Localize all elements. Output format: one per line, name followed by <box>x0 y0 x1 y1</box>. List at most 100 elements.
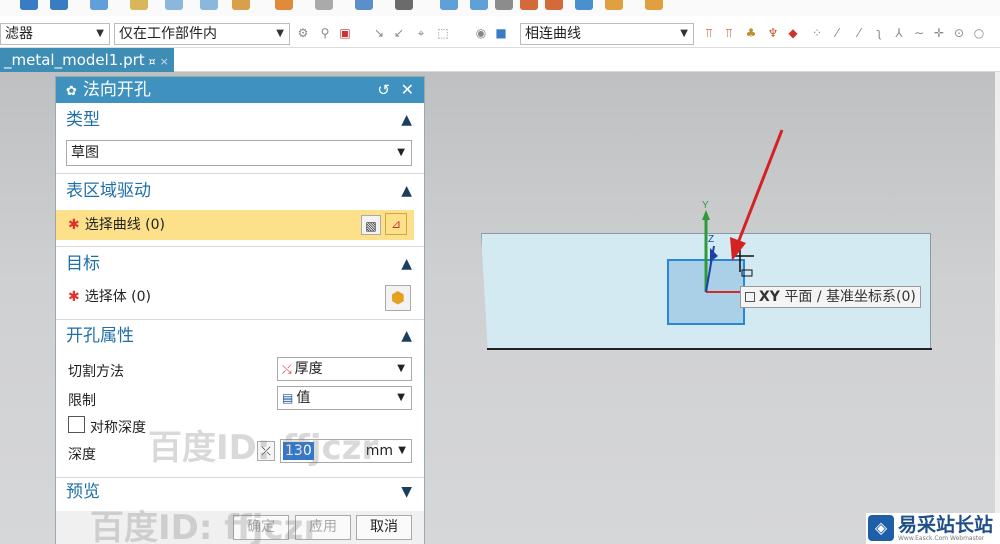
intersection-curve-icon[interactable]: ⫪ <box>702 26 716 40</box>
toolbar-icon[interactable] <box>470 0 488 10</box>
type-filter-combo[interactable]: 滤器 ▼ <box>0 23 110 45</box>
pin-icon[interactable]: ¤ <box>149 55 156 68</box>
toolbar-icon[interactable] <box>90 0 108 10</box>
stop-at-intersection-icon[interactable]: ◆ <box>786 26 800 40</box>
divider <box>56 173 424 174</box>
sketch-section-icon[interactable]: ▧ <box>361 215 381 235</box>
expression-icon[interactable]: ⤫ <box>257 441 275 461</box>
snap-grid-icon[interactable]: ⁘ <box>810 26 824 40</box>
annotation-arrow <box>730 129 784 261</box>
vertical-scrollbar[interactable] <box>995 72 1000 544</box>
chevron-up-icon[interactable]: ▲ <box>401 176 412 206</box>
tooltip-object-name: XY <box>759 289 780 305</box>
thickness-icon: ⤯ <box>282 362 292 376</box>
chevron-up-icon[interactable]: ▲ <box>401 105 412 135</box>
toolbar-icon[interactable] <box>520 0 538 10</box>
section-props-header[interactable]: 开孔属性 ▲ <box>56 321 424 351</box>
create-sketch-icon[interactable]: ⊿ <box>385 213 407 235</box>
toolbar-icon[interactable] <box>20 0 38 10</box>
reset-icon[interactable]: ↺ <box>377 77 390 103</box>
toolbar-icon[interactable] <box>395 0 413 10</box>
depth-input[interactable]: 130 mm ▼ <box>280 439 412 463</box>
file-tab-bar: _metal_model1.prt ¤ × <box>0 48 1000 72</box>
toolbar-icon[interactable] <box>232 0 250 10</box>
chevron-up-icon[interactable]: ▲ <box>401 249 412 279</box>
select-body-row[interactable]: ✱ 选择体 (0) <box>56 282 414 312</box>
snap-icon[interactable]: ⚲ <box>318 26 332 40</box>
follow-curve-icon[interactable]: ♆ <box>766 26 780 40</box>
spline-icon[interactable]: ⅄ <box>892 26 906 40</box>
line-end-icon[interactable]: ⁄ <box>852 26 866 40</box>
render-mode-icon[interactable]: ◉ <box>474 26 488 40</box>
line-icon[interactable]: ⁄ <box>830 26 844 40</box>
curve-rule-combo[interactable]: 相连曲线 ▼ <box>520 23 694 45</box>
top-toolbar-strip <box>0 0 1000 16</box>
ok-button[interactable]: 确定 <box>233 515 289 540</box>
close-icon[interactable]: × <box>160 55 169 68</box>
select-window-icon[interactable]: ▣ <box>338 26 352 40</box>
section-preview-header[interactable]: 预览 ▼ <box>56 477 424 507</box>
selection-bar: 滤器 ▼ 仅在工作部件内 ▼ ⚙ ⚲ ▣ ↘ ↙ ⌖ ⬚ ◉ ■ 相连曲线 ▼ … <box>0 20 1000 48</box>
toolbar-icon[interactable] <box>605 0 623 10</box>
toolbar-icon[interactable] <box>315 0 333 10</box>
solid-body-icon[interactable]: ⬢ <box>385 285 411 311</box>
chevron-down-icon[interactable]: ▼ <box>401 477 412 507</box>
chevron-down-icon: ▼ <box>397 392 405 403</box>
toolbar-icon[interactable] <box>50 0 68 10</box>
toolbar-icon[interactable] <box>440 0 458 10</box>
close-icon[interactable]: ✕ <box>401 77 414 103</box>
center-point-icon[interactable]: ⊙ <box>952 26 966 40</box>
depth-unit: mm <box>365 443 393 459</box>
type-value: 草图 <box>71 145 99 161</box>
section-props-title: 开孔属性 <box>66 326 134 346</box>
feature-curve-icon[interactable]: ♣ <box>744 26 758 40</box>
select-body-label: 选择体 (0) <box>84 289 152 305</box>
filter-icon[interactable]: ⚙ <box>296 26 310 40</box>
cut-method-combo[interactable]: ⤯ 厚度 ▼ <box>277 357 412 381</box>
section-region-header[interactable]: 表区域驱动 ▲ <box>56 176 424 206</box>
toolbar-icon[interactable] <box>575 0 593 10</box>
selection-scope-combo[interactable]: 仅在工作部件内 ▼ <box>114 23 290 45</box>
snap-point-icon[interactable]: ⌖ <box>414 26 428 40</box>
depth-label: 深度 <box>68 447 96 463</box>
apply-button[interactable]: 应用 <box>295 515 351 540</box>
section-target-header[interactable]: 目标 ▲ <box>56 249 424 279</box>
toolbar-icon[interactable] <box>130 0 148 10</box>
toolbar-icon[interactable] <box>355 0 373 10</box>
cut-method-value: 厚度 <box>294 361 323 377</box>
section-type-header[interactable]: 类型 ▲ <box>56 105 424 135</box>
quadrant-point-icon[interactable]: ○ <box>972 26 986 40</box>
snap-end-icon[interactable]: ↘ <box>372 26 386 40</box>
depth-value[interactable]: 130 <box>283 442 314 460</box>
rect-select-icon[interactable]: ⬚ <box>436 26 450 40</box>
selection-tooltip: XY 平面 / 基准坐标系(0) <box>740 286 921 308</box>
brand-logo-icon: ◈ <box>868 515 894 541</box>
section-type-title: 类型 <box>66 110 100 130</box>
gear-icon[interactable]: ✿ <box>66 84 77 99</box>
intersection-point-icon[interactable]: ✛ <box>932 26 946 40</box>
toolbar-icon[interactable] <box>200 0 218 10</box>
cancel-button[interactable]: 取消 <box>356 515 412 540</box>
toolbar-icon[interactable] <box>495 0 513 10</box>
toolbar-icon[interactable] <box>275 0 293 10</box>
toolbar-icon[interactable] <box>165 0 183 10</box>
dialog-title-bar[interactable]: ✿ 法向开孔 ↺ ✕ <box>56 77 424 103</box>
toolbar-icon[interactable] <box>545 0 563 10</box>
curve-rule-value: 相连曲线 <box>525 26 581 42</box>
plane-icon <box>745 292 755 302</box>
cube-select-icon[interactable]: ■ <box>494 26 508 40</box>
type-combo[interactable]: 草图 ▼ <box>66 140 412 166</box>
snap-mid-icon[interactable]: ↙ <box>392 26 406 40</box>
chevron-down-icon: ▼ <box>397 147 405 158</box>
chevron-down-icon[interactable]: ▼ <box>398 440 406 462</box>
section-region-title: 表区域驱动 <box>66 181 151 201</box>
toolbar-icon[interactable] <box>645 0 663 10</box>
file-tab[interactable]: _metal_model1.prt ¤ × <box>0 48 174 72</box>
curve-icon[interactable]: ʅ <box>872 26 886 40</box>
tangent-curve-icon[interactable]: ⫪ <box>722 26 736 40</box>
limit-combo[interactable]: ▤ 值 ▼ <box>277 386 412 410</box>
wave-icon[interactable]: ∼ <box>912 26 926 40</box>
chevron-up-icon[interactable]: ▲ <box>401 321 412 351</box>
dialog-title: 法向开孔 <box>82 80 151 100</box>
symmetric-depth-checkbox[interactable] <box>68 416 85 433</box>
